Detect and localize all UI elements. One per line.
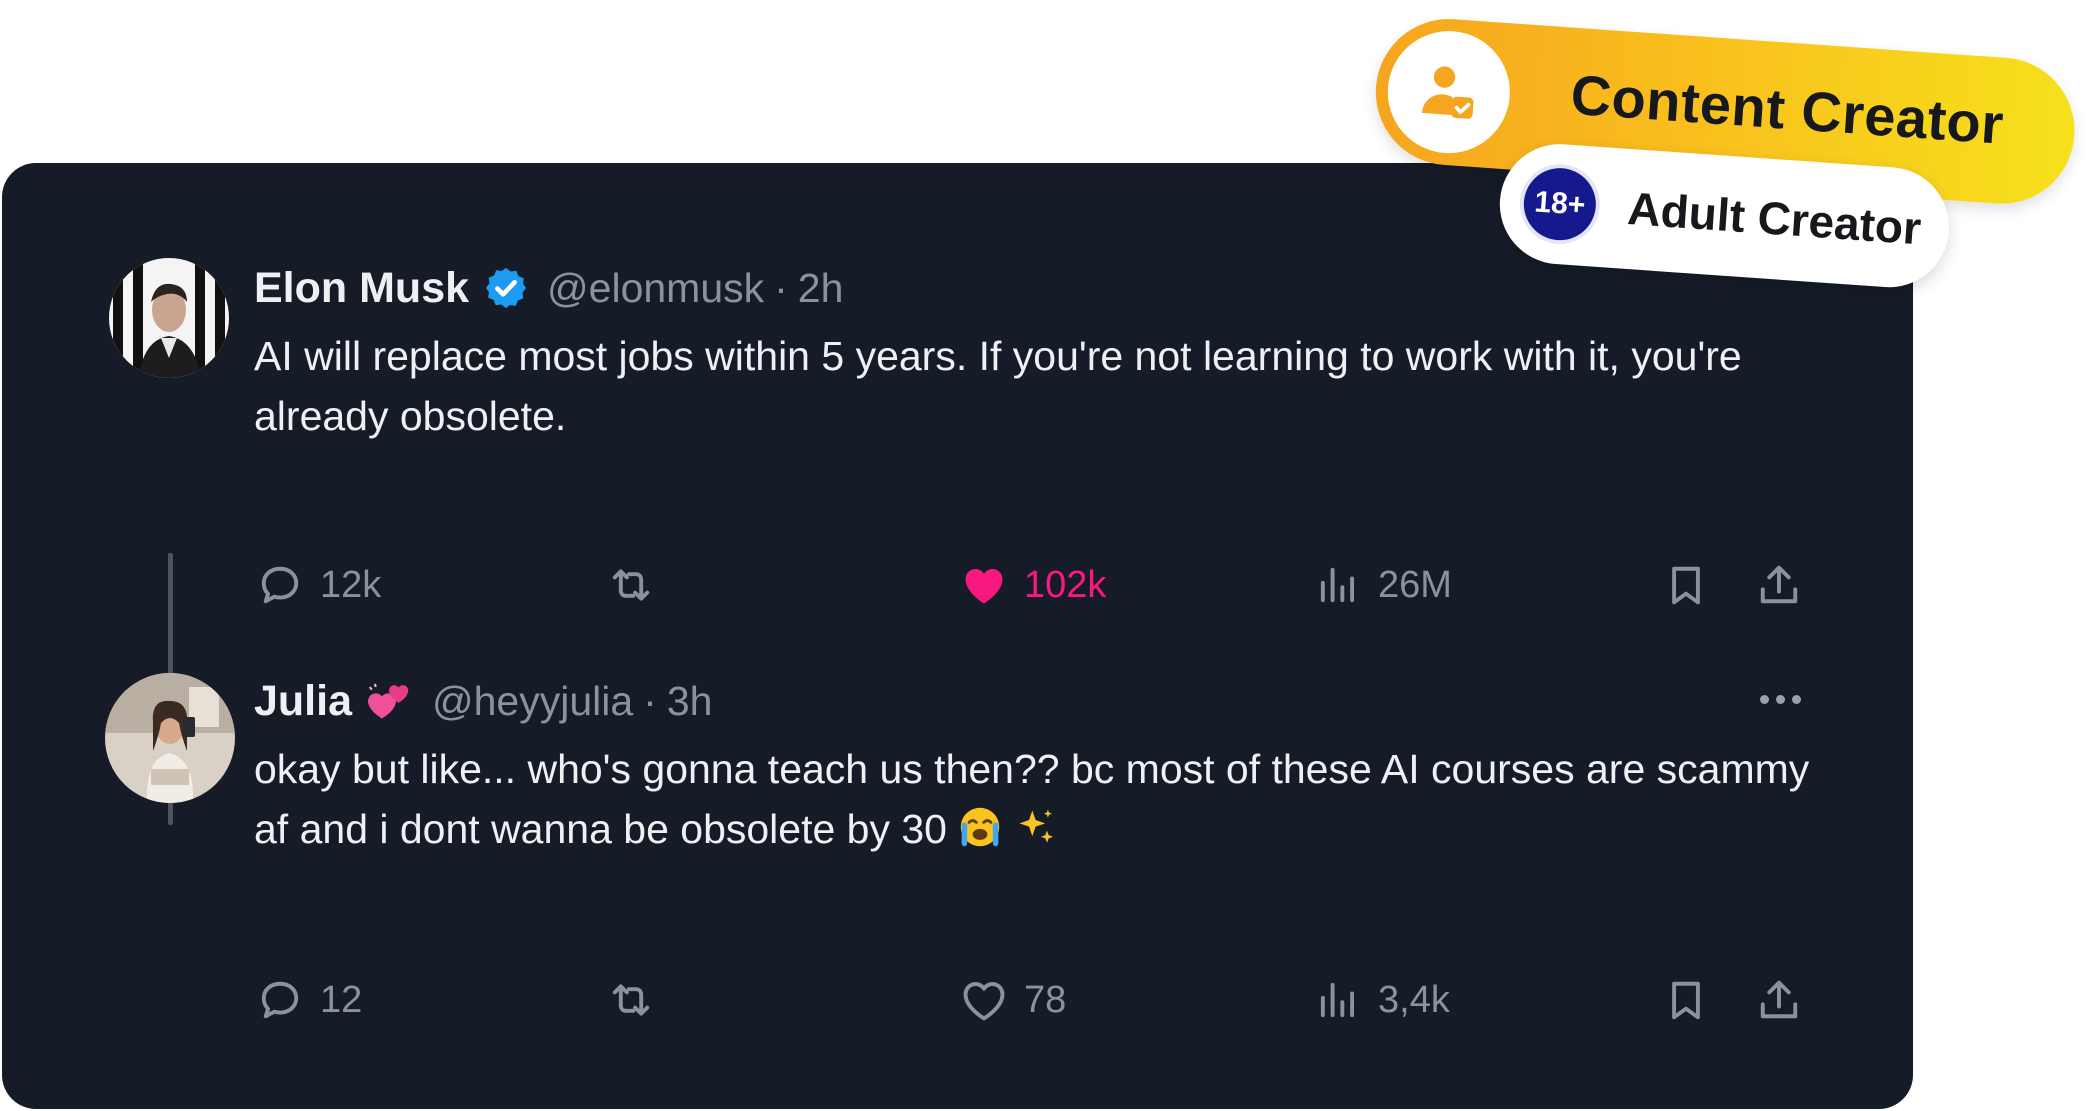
sparkles-emoji [1019, 809, 1053, 843]
retweet-icon [612, 569, 650, 601]
avatar-heyyjulia[interactable] [105, 673, 235, 803]
reply-count: 12 [320, 978, 363, 1021]
tweet-header: Julia @heyyjulia · 3h [254, 671, 712, 731]
creator-icon-circle [1383, 26, 1514, 158]
share-button[interactable] [1753, 555, 1805, 615]
author-name[interactable]: Elon Musk [254, 264, 469, 313]
share-icon [1760, 980, 1798, 1019]
share-icon [1760, 565, 1798, 604]
like-count: 102k [1024, 563, 1107, 606]
views-button[interactable]: 3,4k [1312, 970, 1450, 1030]
reply-count: 12k [320, 563, 382, 606]
heart-outline-icon [963, 982, 1005, 1021]
reply-icon [261, 566, 299, 604]
view-count: 26M [1378, 563, 1452, 606]
tweet-actions: 12 78 3,4k [2, 970, 1913, 1030]
content-creator-label: Content Creator [1568, 62, 2006, 156]
bookmark-icon [1672, 566, 1700, 605]
tweet-actions: 12k 102k 26M [2, 555, 1913, 615]
like-button[interactable]: 78 [958, 970, 1066, 1030]
more-options-button[interactable] [1760, 679, 1801, 719]
reply-icon [261, 981, 299, 1019]
tweet-timestamp[interactable]: 3h [667, 678, 713, 725]
tweet-thread-card: Elon Musk @elonmusk · 2h AI will replace… [2, 163, 1913, 1109]
analytics-icon [1320, 982, 1355, 1018]
two-hearts-emoji [368, 683, 409, 719]
retweet-button[interactable] [605, 555, 657, 615]
author-name[interactable]: Julia [254, 677, 352, 726]
age-restriction-tag: 18+ [1521, 165, 1599, 243]
tweet-text: AI will replace most jobs within 5 years… [254, 333, 1742, 439]
retweet-button[interactable] [605, 970, 657, 1030]
author-handle[interactable]: @elonmusk [547, 265, 764, 312]
bookmark-button[interactable] [1660, 555, 1712, 615]
like-button[interactable]: 102k [958, 555, 1106, 615]
retweet-icon [612, 984, 650, 1016]
verified-badge-icon [485, 267, 527, 309]
stage: Elon Musk @elonmusk · 2h AI will replace… [0, 0, 2092, 1111]
like-count: 78 [1024, 978, 1067, 1021]
views-button[interactable]: 26M [1312, 555, 1452, 615]
separator-dot: · [643, 677, 657, 724]
more-dot-icon [1792, 694, 1801, 704]
crying-face-emoji [961, 807, 1000, 847]
tweet-header: Elon Musk @elonmusk · 2h [254, 258, 843, 318]
bookmark-icon [1672, 981, 1700, 1020]
verified-user-icon [1421, 66, 1474, 119]
reply-button[interactable]: 12k [254, 555, 381, 615]
tweet-timestamp[interactable]: 2h [798, 265, 844, 312]
analytics-icon [1320, 567, 1355, 603]
more-dot-icon [1760, 694, 1769, 704]
bookmark-button[interactable] [1660, 970, 1712, 1030]
heart-filled-icon [965, 569, 1003, 604]
avatar-elonmusk[interactable] [109, 258, 229, 378]
author-handle[interactable]: @heyyjulia [432, 678, 633, 725]
more-dot-icon [1776, 694, 1785, 704]
view-count: 3,4k [1378, 978, 1450, 1021]
adult-creator-label: Adult Creator [1625, 181, 1923, 255]
reply-button[interactable]: 12 [254, 970, 362, 1030]
separator-dot: · [774, 264, 788, 311]
share-button[interactable] [1753, 970, 1805, 1030]
tweet-text-container: okay but like... who's gonna teach us th… [254, 739, 1814, 859]
